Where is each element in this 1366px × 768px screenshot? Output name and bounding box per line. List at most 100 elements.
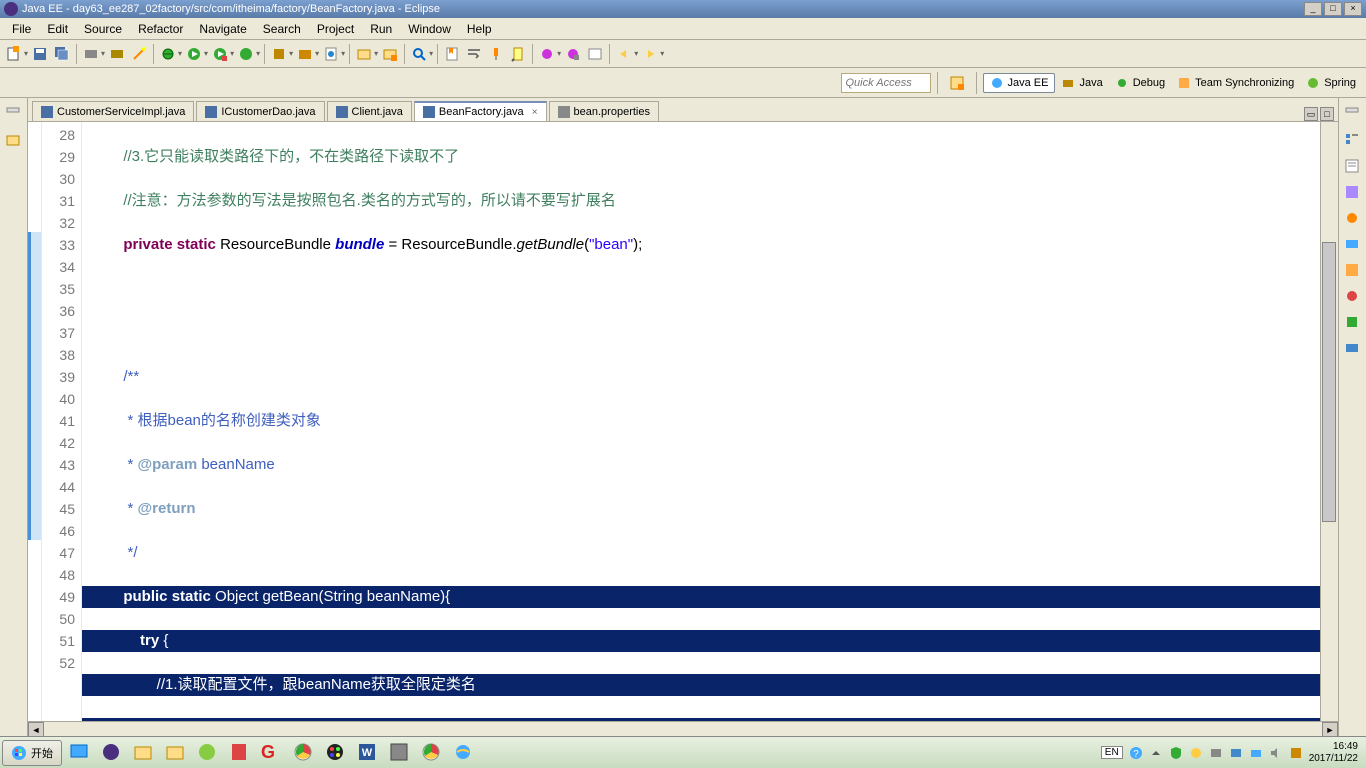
forward-button[interactable]	[640, 44, 660, 64]
word-wrap-button[interactable]	[464, 44, 484, 64]
close-tab-icon[interactable]: ×	[532, 107, 538, 118]
run-ext-button[interactable]	[210, 44, 230, 64]
tab-beanfactory[interactable]: BeanFactory.java×	[414, 101, 547, 121]
wand-button[interactable]	[129, 44, 149, 64]
start-button[interactable]: 开始	[2, 740, 62, 766]
view3-icon[interactable]	[1344, 236, 1362, 254]
outline-icon[interactable]	[1344, 132, 1362, 150]
view7-icon[interactable]	[1344, 340, 1362, 358]
project-explorer-icon[interactable]	[5, 132, 23, 150]
close-button[interactable]: ×	[1344, 2, 1362, 16]
maximize-button[interactable]: □	[1324, 2, 1342, 16]
java-file-icon	[423, 106, 435, 118]
search-button[interactable]	[409, 44, 429, 64]
menu-bar: File Edit Source Refactor Navigate Searc…	[0, 18, 1366, 40]
server-button[interactable]	[81, 44, 101, 64]
perspective-team[interactable]: Team Synchronizing	[1171, 74, 1300, 92]
menu-help[interactable]: Help	[459, 20, 500, 38]
task-word[interactable]: W	[354, 740, 382, 766]
task-app1[interactable]	[194, 740, 222, 766]
maximize-editor-button[interactable]: □	[1320, 107, 1334, 121]
tray-icon-2[interactable]	[1189, 746, 1203, 760]
new-button[interactable]	[4, 44, 24, 64]
task-button[interactable]	[537, 44, 557, 64]
open-perspective-button[interactable]	[944, 74, 970, 92]
open-type-button[interactable]	[354, 44, 374, 64]
task-chrome1[interactable]	[290, 740, 318, 766]
tab-customerserviceimpl[interactable]: CustomerServiceImpl.java	[32, 101, 194, 121]
tray-icon-4[interactable]	[1229, 746, 1243, 760]
vertical-scrollbar[interactable]	[1320, 122, 1338, 721]
task-app3[interactable]	[322, 740, 350, 766]
toggle-mark-button[interactable]	[442, 44, 462, 64]
task-app5[interactable]	[386, 740, 414, 766]
task-folder2[interactable]	[162, 740, 190, 766]
save-button[interactable]	[30, 44, 50, 64]
view6-icon[interactable]	[1344, 314, 1362, 332]
new-class-button[interactable]	[269, 44, 289, 64]
task-chrome2[interactable]	[418, 740, 446, 766]
view4-icon[interactable]	[1344, 262, 1362, 280]
minimize-editor-button[interactable]: ▭	[1304, 107, 1318, 121]
perspective-java-ee[interactable]: Java EE	[983, 73, 1056, 93]
editor-tabs: CustomerServiceImpl.java ICustomerDao.ja…	[28, 98, 1338, 122]
menu-window[interactable]: Window	[400, 20, 459, 38]
pin-button[interactable]	[486, 44, 506, 64]
open-task-button[interactable]	[380, 44, 400, 64]
task-ie[interactable]	[450, 740, 478, 766]
menu-source[interactable]: Source	[76, 20, 130, 38]
ime-indicator[interactable]: EN	[1101, 746, 1123, 759]
volume-tray-icon[interactable]	[1269, 746, 1283, 760]
perspective-spring[interactable]: Spring	[1300, 74, 1362, 92]
back-button[interactable]	[614, 44, 634, 64]
tab-icustomerdao[interactable]: ICustomerDao.java	[196, 101, 324, 121]
restore-icon[interactable]	[5, 106, 23, 124]
network-tray-icon[interactable]	[1249, 746, 1263, 760]
code-body[interactable]: //3.它只能读取类路径下的，不在类路径下读取不了 //注意：方法参数的写法是按…	[82, 122, 1320, 721]
task-folder1[interactable]	[130, 740, 158, 766]
perspective-debug[interactable]: Debug	[1109, 74, 1171, 92]
scrollbar-thumb[interactable]	[1322, 242, 1336, 522]
tab-client[interactable]: Client.java	[327, 101, 412, 121]
task-app2[interactable]: G	[258, 740, 286, 766]
tray-icon-3[interactable]	[1209, 746, 1223, 760]
tab-bean-properties[interactable]: bean.properties	[549, 101, 659, 121]
menu-run[interactable]: Run	[362, 20, 400, 38]
tray-icon-7[interactable]	[1289, 746, 1303, 760]
help-tray-icon[interactable]: ?	[1129, 746, 1143, 760]
server2-button[interactable]	[107, 44, 127, 64]
minimize-button[interactable]: _	[1304, 2, 1322, 16]
code-editor[interactable]: 2829303132333435363738394041424344454647…	[28, 122, 1338, 721]
clock[interactable]: 16:49 2017/11/22	[1309, 741, 1358, 765]
view2-icon[interactable]	[1344, 210, 1362, 228]
menu-edit[interactable]: Edit	[39, 20, 76, 38]
menu-project[interactable]: Project	[309, 20, 362, 38]
quick-access-input[interactable]	[841, 73, 931, 93]
restore-right-icon[interactable]	[1344, 106, 1362, 124]
windows-taskbar: 开始 G W EN ? 16:49 2017/11/22	[0, 736, 1366, 768]
perspective-java[interactable]: Java	[1055, 74, 1108, 92]
run-button[interactable]	[184, 44, 204, 64]
task3-button[interactable]	[585, 44, 605, 64]
right-sidebar	[1338, 98, 1366, 739]
new-package-button[interactable]	[295, 44, 315, 64]
window-title: Java EE - day63_ee287_02factory/src/com/…	[22, 3, 440, 15]
tasklist-icon[interactable]	[1344, 158, 1362, 176]
shield-tray-icon[interactable]	[1169, 746, 1183, 760]
task-eclipse[interactable]	[98, 740, 126, 766]
marker-button[interactable]	[508, 44, 528, 64]
task2-button[interactable]	[563, 44, 583, 64]
menu-refactor[interactable]: Refactor	[130, 20, 191, 38]
task-desktop[interactable]	[66, 740, 94, 766]
view5-icon[interactable]	[1344, 288, 1362, 306]
tray-expand-icon[interactable]	[1149, 746, 1163, 760]
view1-icon[interactable]	[1344, 184, 1362, 202]
run-last-button[interactable]	[236, 44, 256, 64]
menu-navigate[interactable]: Navigate	[191, 20, 254, 38]
new-jsp-button[interactable]	[321, 44, 341, 64]
menu-search[interactable]: Search	[255, 20, 309, 38]
task-notes[interactable]	[226, 740, 254, 766]
save-all-button[interactable]	[52, 44, 72, 64]
menu-file[interactable]: File	[4, 20, 39, 38]
debug-button[interactable]	[158, 44, 178, 64]
